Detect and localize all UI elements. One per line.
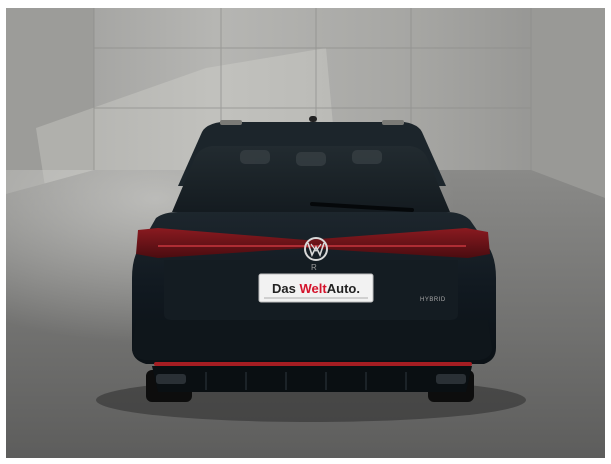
exhaust-right xyxy=(436,374,466,384)
car-photo-svg: R Das WeltAuto. HYBRID xyxy=(6,8,605,458)
plate-prefix: Das xyxy=(272,281,299,296)
r-badge: R xyxy=(311,263,317,272)
image-frame: R Das WeltAuto. HYBRID xyxy=(0,0,611,464)
bumper-red-trim xyxy=(154,362,472,366)
roof-rail-left xyxy=(220,120,242,125)
antenna xyxy=(309,116,317,122)
rear-diffuser xyxy=(152,366,472,392)
right-wall xyxy=(531,8,605,198)
exhaust-left xyxy=(156,374,186,384)
roof-rail-right xyxy=(382,120,404,125)
plate-text: Das WeltAuto. xyxy=(272,281,360,296)
plate-highlight: Welt xyxy=(300,281,328,296)
plate-suffix: Auto. xyxy=(327,281,360,296)
hybrid-badge: HYBRID xyxy=(420,297,446,303)
rear-bumper xyxy=(132,320,492,360)
car-photo: R Das WeltAuto. HYBRID xyxy=(6,8,605,458)
headrests xyxy=(240,150,382,166)
license-plate: Das WeltAuto. xyxy=(258,273,374,303)
